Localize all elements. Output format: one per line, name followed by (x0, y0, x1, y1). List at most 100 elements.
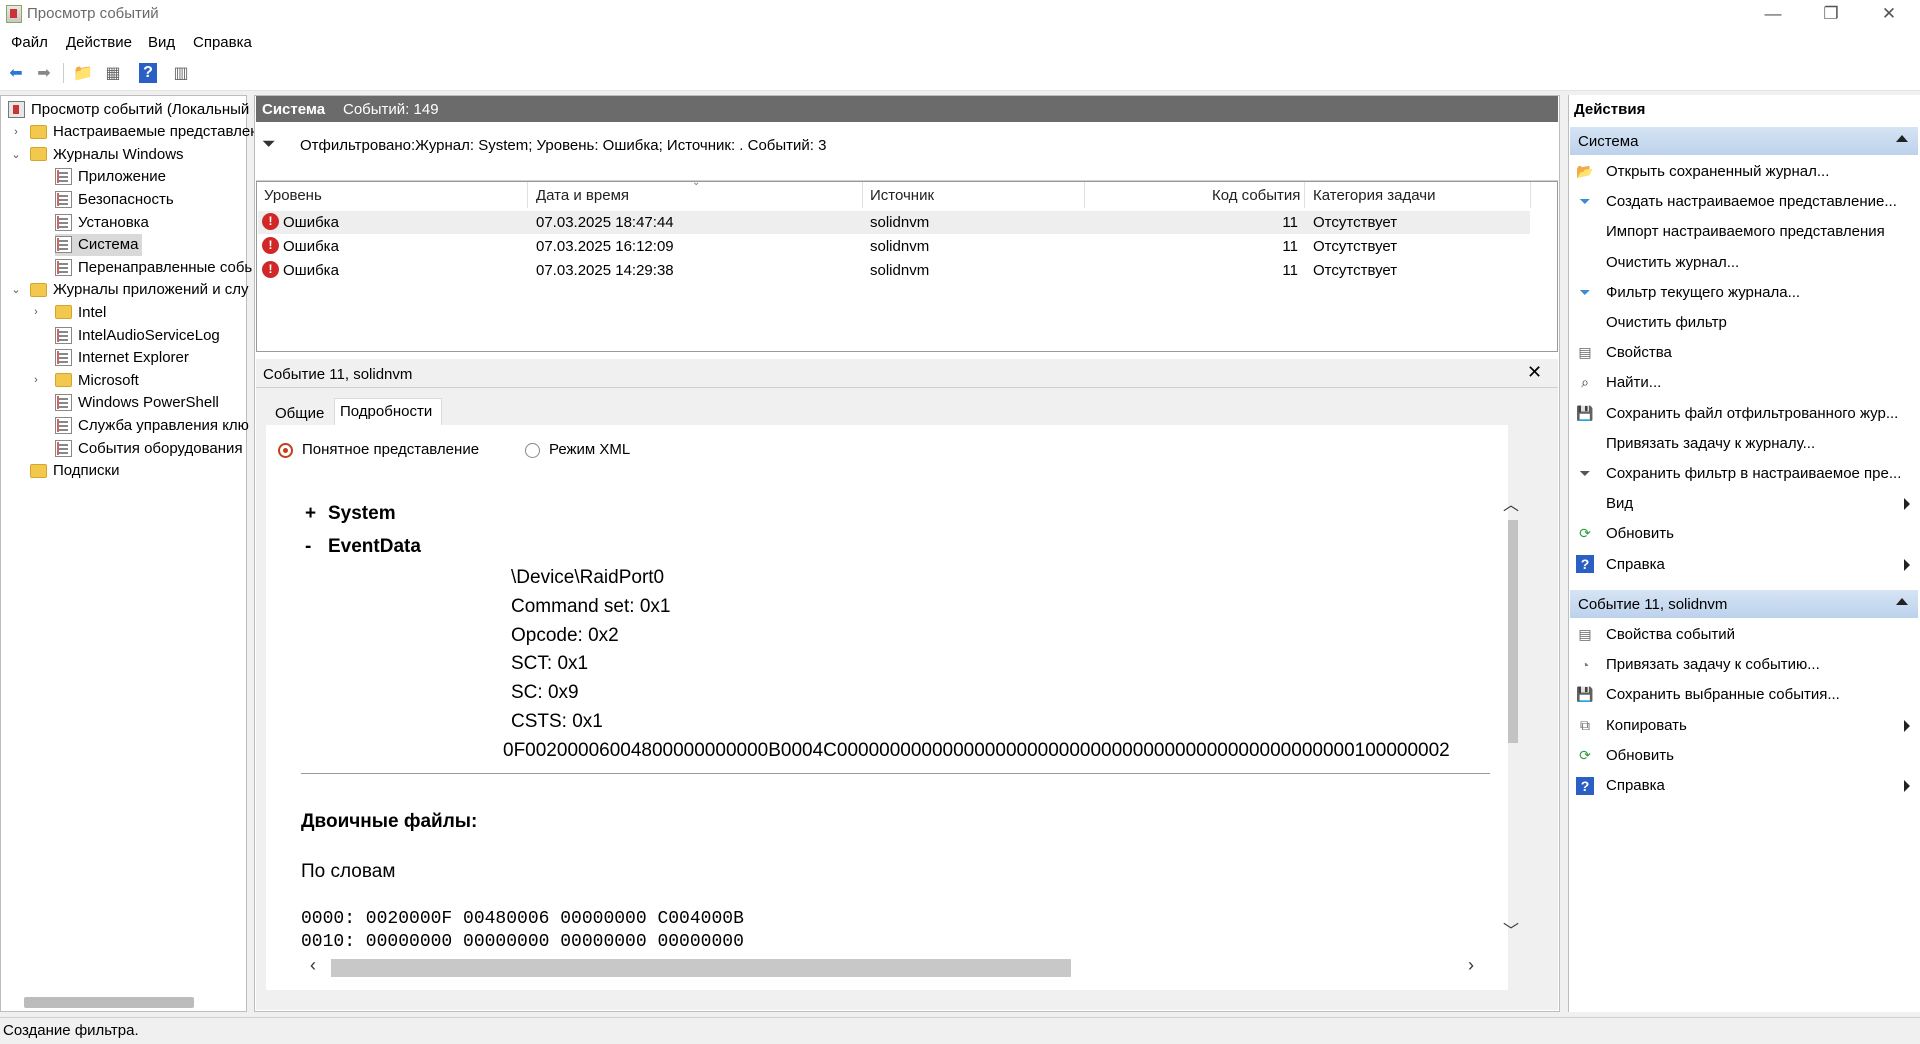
column-header-event-id[interactable]: Код события (1212, 187, 1300, 204)
column-header-date[interactable]: Дата и время (536, 187, 629, 204)
expand-chevron-icon[interactable]: › (10, 126, 22, 138)
tree-item[interactable]: Подписки (30, 460, 120, 482)
show-hide-actions-button[interactable]: ▥ (170, 62, 192, 84)
action-item[interactable]: ⌕ Найти... (1572, 370, 1916, 395)
tree-item[interactable]: Приложение (55, 166, 166, 188)
menu-view[interactable]: Вид (148, 34, 175, 51)
no-icon (1576, 223, 1594, 241)
tree-item[interactable]: Перенаправленные собь (55, 256, 252, 278)
action-item[interactable]: 📂 Открыть сохраненный журнал... (1572, 159, 1916, 184)
column-separator[interactable] (862, 182, 863, 208)
column-separator[interactable] (1530, 182, 1531, 208)
action-label: Привязать задачу к событию... (1606, 656, 1820, 674)
tree-item-label: Безопасность (78, 190, 174, 208)
task-category-cell: Отсутствует (1313, 262, 1398, 279)
close-detail-button[interactable]: ✕ (1527, 362, 1542, 383)
tree-item[interactable]: ⌄ Журналы приложений и слу (11, 279, 248, 301)
actions-section-system[interactable]: Система (1570, 127, 1918, 155)
action-item[interactable]: ⏷ Фильтр текущего журнала... (1572, 280, 1916, 305)
column-header-level[interactable]: Уровень (264, 187, 322, 204)
binary-heading: Двоичные файлы: (301, 811, 478, 832)
help-button[interactable]: ? (139, 63, 157, 83)
tree-item[interactable]: › Настраиваемые представлен (14, 121, 258, 143)
action-item[interactable]: Импорт настраиваемого представления (1572, 219, 1916, 244)
action-item[interactable]: ▤ Свойства (1572, 340, 1916, 365)
action-item[interactable]: ⧉ Копировать (1572, 713, 1916, 738)
close-icon: ✕ (1527, 362, 1543, 382)
scroll-right-icon[interactable]: › (1468, 955, 1474, 976)
event-id-cell: 11 (1282, 262, 1298, 279)
tree-item[interactable]: Windows PowerShell (55, 392, 219, 414)
collapse-chevron-icon[interactable]: ⌄ (10, 148, 22, 161)
menu-help[interactable]: Справка (193, 34, 252, 51)
up-folder-button[interactable]: 📁 (72, 62, 94, 84)
tab-general[interactable]: Общие (269, 400, 330, 426)
log-icon (55, 213, 72, 231)
tree-item-label: Перенаправленные собь (78, 258, 253, 276)
detail-header (256, 359, 1558, 388)
expand-chevron-icon[interactable]: › (30, 306, 42, 318)
tree-item[interactable]: Безопасность (55, 188, 174, 210)
scroll-down-icon[interactable]: ﹀ (1503, 917, 1519, 941)
action-label: Сохранить фильтр в настраиваемое пре... (1606, 465, 1902, 482)
collapse-chevron-icon[interactable]: ⌄ (10, 283, 22, 296)
menu-action[interactable]: Действие (66, 34, 132, 51)
tree-item[interactable]: › Microsoft (34, 369, 139, 391)
column-separator[interactable] (1084, 182, 1085, 208)
action-item[interactable]: ? Справка (1572, 773, 1916, 798)
close-button[interactable]: ✕ (1860, 0, 1918, 28)
action-item[interactable]: 💾 Сохранить файл отфильтрованного жур... (1572, 401, 1916, 426)
column-header-task-category[interactable]: Категория задачи (1313, 187, 1435, 204)
action-item[interactable]: Очистить фильтр (1572, 310, 1916, 335)
action-item[interactable]: ▤ Свойства событий (1572, 622, 1916, 647)
action-item[interactable]: ? Справка (1572, 552, 1916, 577)
tree-item[interactable]: Просмотр событий (Локальный (8, 98, 249, 120)
minimize-button[interactable]: — (1744, 0, 1802, 28)
action-item[interactable]: Привязать задачу к журналу... (1572, 431, 1916, 456)
horizontal-scroll-thumb[interactable] (331, 959, 1071, 977)
friendly-view-radio[interactable] (278, 443, 293, 458)
funnel-icon: ⏷ (262, 134, 276, 153)
column-separator[interactable] (527, 182, 528, 208)
expand-chevron-icon[interactable]: › (30, 374, 42, 386)
menu-file[interactable]: Файл (11, 34, 48, 51)
tree-item[interactable]: › Intel (34, 301, 106, 323)
xml-view-radio[interactable] (525, 443, 540, 458)
vertical-scroll-thumb[interactable] (1508, 520, 1518, 743)
tree-item[interactable]: Internet Explorer (55, 347, 189, 369)
action-item[interactable]: ⟳ Обновить (1572, 521, 1916, 546)
column-header-source[interactable]: Источник (870, 187, 934, 204)
restore-button[interactable]: ❐ (1802, 0, 1860, 28)
tree-item-label: Microsoft (78, 371, 139, 389)
tree-horizontal-scrollbar[interactable] (24, 997, 194, 1008)
title-bar (0, 0, 1920, 28)
action-label: Сохранить выбранные события... (1606, 686, 1840, 704)
event-data-line: Command set: 0x1 (511, 595, 671, 617)
tree-item[interactable]: IntelAudioServiceLog (55, 324, 220, 346)
forward-button[interactable]: ➡ (33, 62, 55, 84)
tree-item[interactable]: Служба управления клю (55, 414, 249, 436)
tree-item[interactable]: События оборудования (55, 437, 243, 459)
action-item[interactable]: ◔ Привязать задачу к событию... (1572, 652, 1916, 677)
action-item[interactable]: ⟳ Обновить (1572, 743, 1916, 768)
eventdata-collapse-toggle[interactable]: - (305, 536, 311, 558)
action-item[interactable]: Очистить журнал... (1572, 250, 1916, 275)
console-tree-icon: ▦ (105, 65, 121, 82)
action-item[interactable]: ⏷ Сохранить фильтр в настраиваемое пре... (1572, 461, 1916, 486)
back-button[interactable]: ⬅ (5, 62, 27, 84)
refresh-icon: ⟳ (1579, 525, 1591, 542)
scroll-left-icon[interactable]: ‹ (310, 955, 316, 976)
tab-details[interactable]: Подробности (334, 398, 438, 424)
actions-section-event[interactable]: Событие 11, solidnvm (1570, 590, 1918, 618)
tree-item[interactable]: Установка (55, 211, 149, 233)
action-item[interactable]: 💾 Сохранить выбранные события... (1572, 682, 1916, 707)
action-label: Привязать задачу к журналу... (1606, 434, 1816, 452)
tree-item[interactable]: Система (55, 233, 143, 256)
action-item[interactable]: Вид (1572, 491, 1916, 516)
system-expand-toggle[interactable]: + (305, 503, 316, 525)
column-separator[interactable] (1304, 182, 1305, 208)
scroll-up-icon[interactable]: ︿ (1503, 491, 1519, 515)
action-item[interactable]: ⏷ Создать настраиваемое представление... (1572, 189, 1916, 214)
show-hide-tree-button[interactable]: ▦ (102, 62, 124, 84)
tree-item[interactable]: ⌄ Журналы Windows (11, 143, 183, 165)
